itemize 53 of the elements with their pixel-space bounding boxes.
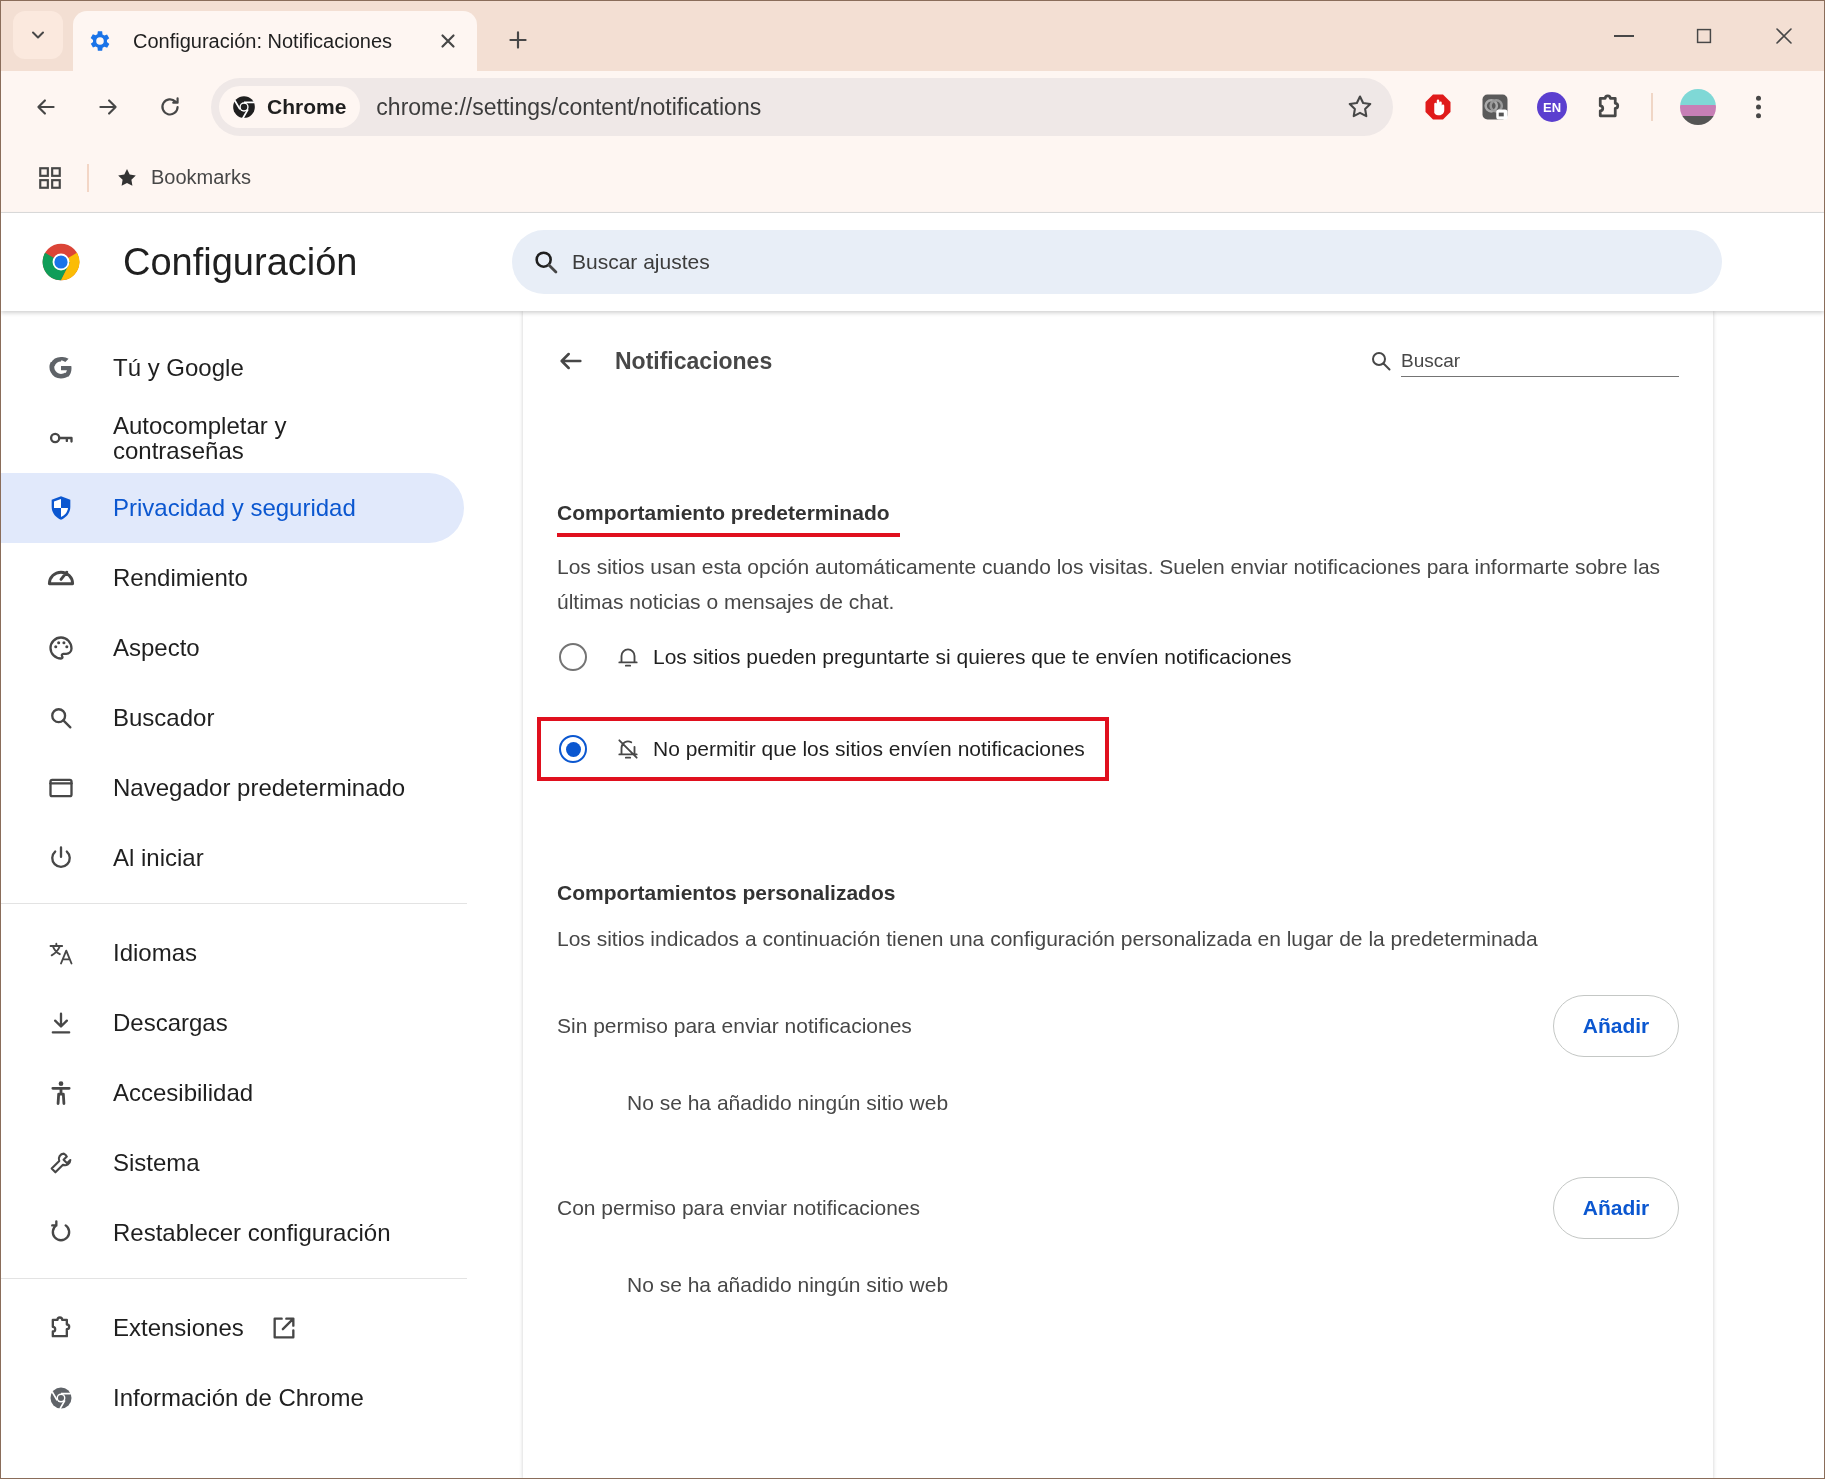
- sidebar-item[interactable]: Al iniciar: [1, 823, 464, 893]
- add-button[interactable]: Añadir: [1553, 995, 1679, 1057]
- search-icon: [532, 248, 560, 276]
- empty-list-message: No se ha añadido ningún sitio web: [627, 1273, 949, 1297]
- stop-hand-icon: [1423, 92, 1453, 122]
- section-description: Los sitios indicados a continuación tienen una configuración personalizada en lugar de la predeterminada: [557, 926, 1539, 952]
- sidebar-item[interactable]: Accesibilidad: [1, 1058, 464, 1128]
- address-bar[interactable]: Chrome chrome://settings/content/notifications: [211, 78, 1393, 136]
- search-icon: [1369, 349, 1393, 373]
- browser-tab[interactable]: Configuración: Notificaciones: [73, 11, 477, 71]
- search-field[interactable]: Buscar: [1401, 345, 1679, 377]
- radio-button[interactable]: [559, 735, 587, 763]
- minimize-icon: [1613, 35, 1635, 37]
- sidebar-item[interactable]: Tú y Google: [1, 333, 464, 403]
- list-label: Con permiso para enviar notificaciones: [557, 1196, 921, 1220]
- bookmarks-folder[interactable]: Bookmarks: [111, 161, 256, 194]
- sidebar-item[interactable]: Información de Chrome: [1, 1363, 464, 1433]
- section-heading: Comportamiento predeterminado: [557, 501, 900, 537]
- list-label: Sin permiso para enviar notificaciones: [557, 1014, 912, 1038]
- page-title: Notificaciones: [615, 347, 773, 375]
- sidebar-item[interactable]: Idiomas: [1, 918, 464, 988]
- sidebar-item[interactable]: Navegador predeterminado: [1, 753, 464, 823]
- palette-icon: [47, 634, 75, 662]
- sidebar-item[interactable]: Rendimiento: [1, 543, 464, 613]
- url-text: chrome://settings/content/notifications: [376, 93, 763, 121]
- sidebar-item[interactable]: Descargas: [1, 988, 464, 1058]
- section-description: Los sitios usan esta opción automáticamente cuando los visitas. Suelen enviar notificaciones para informarte sobre las últimas noticias o mensajes de chat.: [557, 554, 1662, 615]
- sidebar-item[interactable]: Autocompletar y contraseñas: [1, 403, 464, 473]
- grid-icon: [37, 164, 63, 191]
- sidebar-item[interactable]: Sistema: [1, 1128, 464, 1198]
- sidebar-item[interactable]: Extensiones: [1, 1293, 464, 1363]
- sidebar-item[interactable]: Aspecto: [1, 613, 464, 683]
- stop-hand-extension-button[interactable]: [1423, 92, 1453, 122]
- bell-off-icon: [615, 736, 641, 762]
- section-heading: Comportamientos personalizados: [557, 881, 897, 905]
- chrome-logo-icon: [231, 94, 257, 120]
- more-vertical-icon: [1755, 95, 1761, 119]
- empty-list-message: No se ha añadido ningún sitio web: [627, 1091, 949, 1115]
- language-extension-button[interactable]: EN: [1537, 92, 1567, 122]
- sidebar-item[interactable]: Buscador: [1, 683, 464, 753]
- video-overlay-icon: [1480, 92, 1510, 122]
- speedometer-icon: [47, 570, 75, 586]
- settings-title: Configuración: [123, 240, 359, 284]
- radio-button[interactable]: [559, 643, 587, 671]
- settings-search-field[interactable]: Buscar ajustes: [512, 230, 1722, 294]
- sidebar-item[interactable]: Privacidad y seguridad: [1, 473, 464, 543]
- add-button[interactable]: Añadir: [1553, 1177, 1679, 1239]
- sidebar-item[interactable]: Restablecer configuración: [1, 1198, 464, 1268]
- site-chip[interactable]: Chrome: [219, 86, 361, 128]
- profile-avatar[interactable]: [1680, 89, 1716, 125]
- video-extension-button[interactable]: [1480, 92, 1510, 122]
- option-label: No permitir que los sitios envíen notificaciones: [653, 737, 1085, 761]
- option-label: Los sitios pueden preguntarte si quieres que te envíen notificaciones: [653, 645, 1292, 669]
